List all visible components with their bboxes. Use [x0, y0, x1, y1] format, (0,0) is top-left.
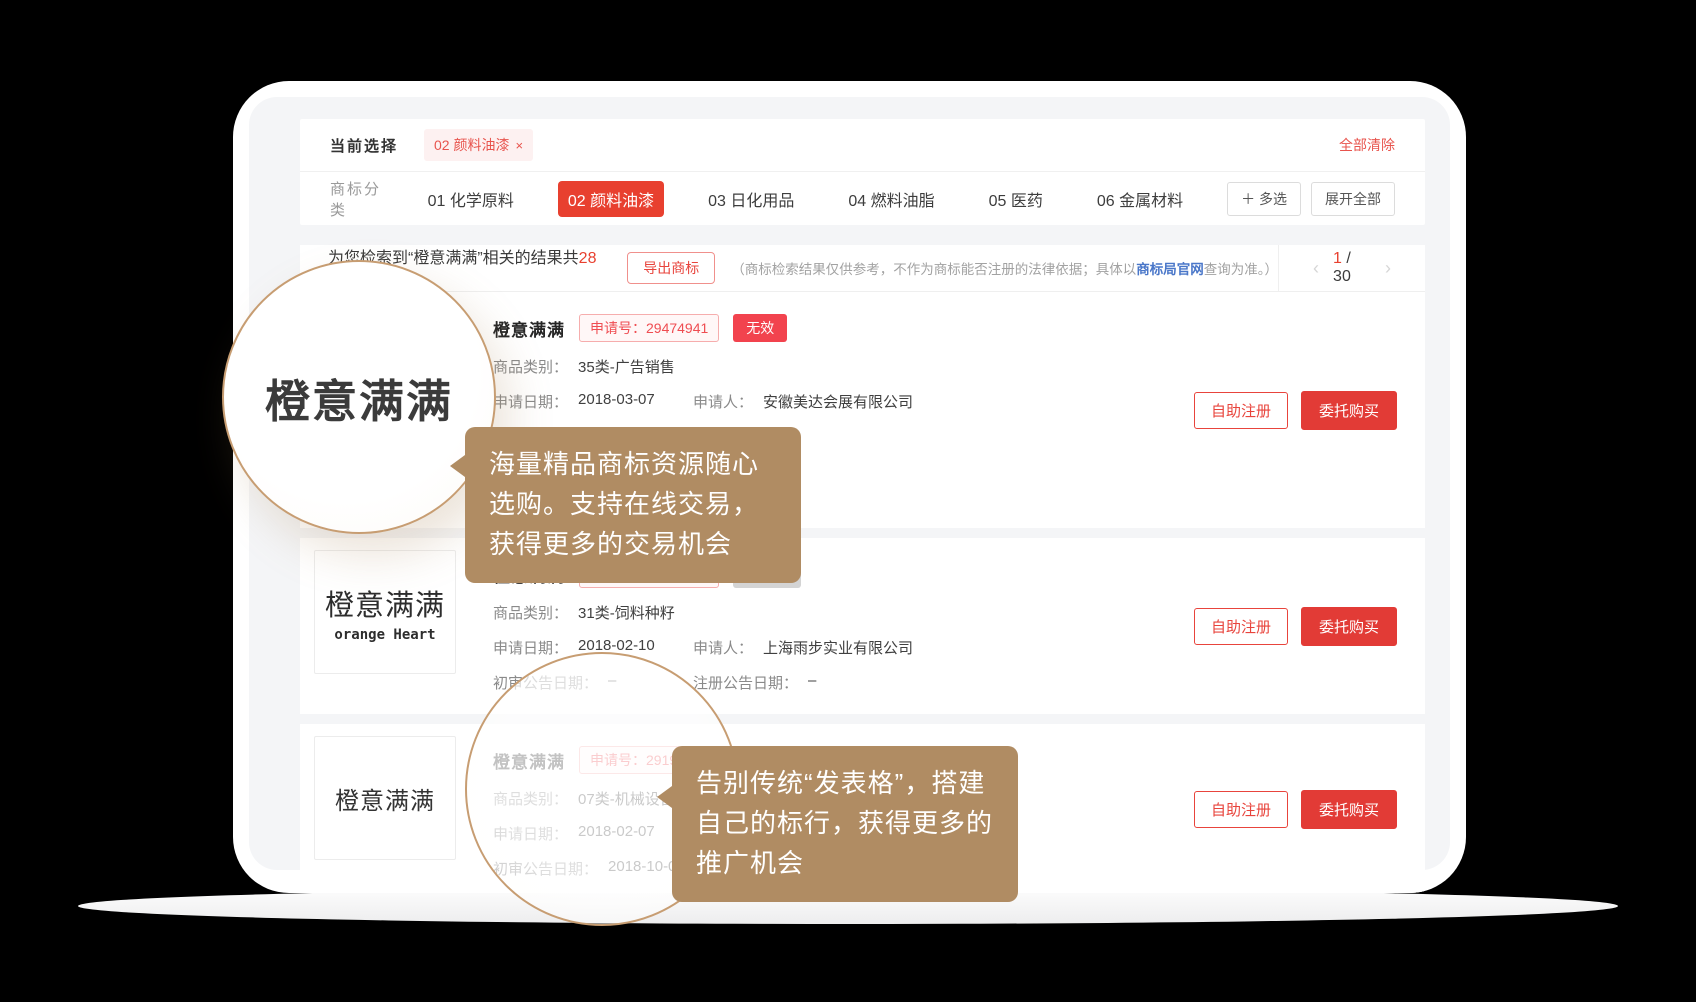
trademark-image-2: 橙意满满 orange Heart	[314, 550, 456, 674]
close-icon[interactable]: ×	[515, 138, 523, 153]
multi-select-button[interactable]: ＋ 多选	[1227, 182, 1301, 216]
magnified-trademark-text: 橙意满满	[265, 365, 453, 430]
current-page: 1	[1333, 250, 1342, 267]
entrust-buy-button[interactable]: 委托购买	[1301, 790, 1397, 829]
prev-page-icon[interactable]: ‹	[1313, 258, 1319, 279]
current-selection-label: 当前选择	[330, 135, 398, 156]
clear-all-link[interactable]: 全部清除	[1339, 135, 1395, 155]
total-pages: 30	[1333, 268, 1351, 285]
results-count: 28	[579, 250, 597, 267]
callout-promotion: 告别传统“发表格”，搭建自己的标行，获得更多的推广机会	[672, 746, 1018, 902]
expand-all-button[interactable]: 展开全部	[1311, 182, 1395, 216]
entrust-buy-button[interactable]: 委托购买	[1301, 607, 1397, 646]
trademark-image-3: 橙意满满	[314, 736, 456, 860]
self-register-button[interactable]: 自助注册	[1194, 608, 1288, 645]
category-tab-02-active[interactable]: 02 颜料油漆	[558, 181, 664, 217]
category-tab-04[interactable]: 04 燃料油脂	[838, 181, 944, 217]
results-header: 为您检索到“橙意满满”相关的结果共28 个 导出商标 （商标检索结果仅供参考，不…	[300, 245, 1425, 292]
self-register-button[interactable]: 自助注册	[1194, 392, 1288, 429]
export-trademarks-button[interactable]: 导出商标	[627, 252, 715, 284]
category-tab-03[interactable]: 03 日化用品	[698, 181, 804, 217]
magnifier-circle-large: 橙意满满	[222, 260, 496, 534]
category-label: 商标分类	[330, 178, 392, 220]
self-register-button[interactable]: 自助注册	[1194, 791, 1288, 828]
pagination: ‹ 1 / 30 ›	[1278, 245, 1425, 291]
category-tab-01[interactable]: 01 化学原料	[418, 181, 524, 217]
row-divider	[300, 714, 1425, 724]
trademark-office-link[interactable]: 商标局官网	[1136, 262, 1204, 277]
category-tab-05[interactable]: 05 医药	[979, 181, 1053, 217]
current-selection-row: 当前选择 02 颜料油漆 × 全部清除	[300, 119, 1425, 171]
callout-marketplace: 海量精品商标资源随心选购。支持在线交易，获得更多的交易机会	[465, 427, 801, 583]
selected-filter-tag-label: 02 颜料油漆	[434, 135, 509, 155]
stage: 当前选择 02 颜料油漆 × 全部清除 商标分类 01 化学原料 02 颜料油漆…	[0, 0, 1696, 1002]
category-tab-06[interactable]: 06 金属材料	[1087, 181, 1193, 217]
selected-filter-tag[interactable]: 02 颜料油漆 ×	[424, 129, 533, 161]
category-row: 商标分类 01 化学原料 02 颜料油漆 03 日化用品 04 燃料油脂 05 …	[300, 171, 1425, 225]
status-badge: 无效	[733, 314, 787, 342]
next-page-icon[interactable]: ›	[1385, 258, 1391, 279]
trademark-name: 橙意满满	[493, 316, 565, 341]
application-number-tag: 申请号：29474941	[579, 314, 719, 342]
entrust-buy-button[interactable]: 委托购买	[1301, 391, 1397, 430]
disclaimer-text: （商标检索结果仅供参考，不作为商标能否注册的法律依据；具体以商标局官网查询为准。…	[731, 258, 1278, 278]
filter-card: 当前选择 02 颜料油漆 × 全部清除 商标分类 01 化学原料 02 颜料油漆…	[300, 119, 1425, 225]
